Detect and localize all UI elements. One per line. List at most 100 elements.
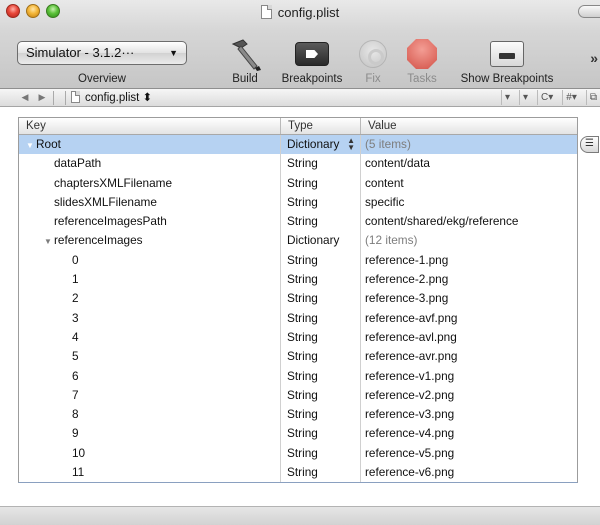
table-row[interactable]: 10 String reference-v5.png xyxy=(19,443,577,464)
document-icon xyxy=(71,91,80,103)
row-type: String xyxy=(281,385,361,406)
table-row[interactable]: 0 String reference-1.png xyxy=(19,250,577,271)
row-type: String xyxy=(281,366,361,386)
row-value[interactable]: reference-avr.png xyxy=(361,347,577,366)
row-value[interactable]: content/data xyxy=(361,154,577,173)
row-type: String xyxy=(281,308,361,328)
row-value[interactable]: content/shared/ekg/reference xyxy=(361,212,577,231)
table-header: Key Type Value xyxy=(19,118,577,135)
row-value[interactable]: specific xyxy=(361,193,577,212)
row-key: referenceImages xyxy=(54,233,143,248)
table-row[interactable]: chaptersXMLFilename String content xyxy=(19,173,577,193)
nav-divider xyxy=(65,91,66,105)
bookmarks-popup-icon[interactable]: ▾ xyxy=(500,90,513,105)
row-value[interactable]: reference-3.png xyxy=(361,289,577,308)
row-value: (5 items) xyxy=(365,137,411,151)
row-key: chaptersXMLFilename xyxy=(19,173,281,193)
row-value[interactable]: reference-v2.png xyxy=(361,386,577,405)
column-header-key[interactable]: Key xyxy=(19,118,281,134)
stop-icon xyxy=(407,39,437,69)
column-header-type[interactable]: Type xyxy=(281,118,361,134)
row-value[interactable]: reference-v1.png xyxy=(361,367,577,386)
row-key: 0 xyxy=(19,250,281,271)
disclosure-triangle-open-icon[interactable]: ▼ xyxy=(26,136,36,154)
toolbar-toggle-button[interactable] xyxy=(578,5,600,18)
row-key: 4 xyxy=(19,327,281,348)
table-row[interactable]: 7 String reference-v2.png xyxy=(19,385,577,406)
column-header-value[interactable]: Value xyxy=(361,118,577,134)
tasks-label: Tasks xyxy=(407,73,437,85)
table-row[interactable]: 1 String reference-2.png xyxy=(19,270,577,290)
row-value[interactable]: reference-v6.png xyxy=(361,463,577,482)
navbar-tools: ▾ ▾ C▾ #▾ ⧉ xyxy=(500,90,600,105)
row-key: 6 xyxy=(19,366,281,386)
table-row[interactable]: 3 String reference-avf.png xyxy=(19,308,577,328)
row-key: 11 xyxy=(19,463,281,483)
row-value[interactable]: content xyxy=(361,174,577,193)
hammer-icon xyxy=(220,36,270,72)
row-key: 8 xyxy=(19,405,281,425)
row-value[interactable]: reference-avf.png xyxy=(361,309,577,328)
fix-icon xyxy=(359,40,387,68)
bottom-bar xyxy=(0,506,600,525)
fix-button[interactable]: Fix xyxy=(355,36,391,85)
row-type: String xyxy=(281,289,361,309)
row-key: 10 xyxy=(19,443,281,464)
row-key: Root xyxy=(36,137,61,151)
row-value[interactable]: reference-1.png xyxy=(361,251,577,270)
table-row[interactable]: 6 String reference-v1.png xyxy=(19,366,577,386)
includes-popup-icon[interactable]: #▾ xyxy=(562,90,580,105)
row-type: String xyxy=(281,347,361,367)
breakpoints-popup-icon[interactable]: ▾ xyxy=(518,90,531,105)
row-type: Dictionary xyxy=(281,231,361,251)
show-breakpoints-label: Show Breakpoints xyxy=(460,73,554,85)
file-breadcrumb-popup[interactable]: config.plist ⬍ xyxy=(71,91,152,106)
document-icon xyxy=(260,5,272,19)
type-stepper-icon[interactable]: ▲ ▼ xyxy=(347,137,355,152)
row-type: String xyxy=(281,173,361,193)
breadcrumb-label: config.plist ⬍ xyxy=(85,92,153,104)
row-action-button[interactable]: ☰ xyxy=(580,136,599,153)
overview-label: Overview xyxy=(78,73,126,85)
table-row[interactable]: 11 String reference-v6.png xyxy=(19,463,577,483)
scheme-popup[interactable]: Simulator - 3.1.2··· ▼ xyxy=(17,41,187,65)
row-key: 5 xyxy=(19,347,281,367)
row-key: 3 xyxy=(19,308,281,328)
counterpart-icon[interactable]: ⧉ xyxy=(585,90,600,105)
row-value[interactable]: reference-v5.png xyxy=(361,444,577,463)
disclosure-triangle-open-icon[interactable]: ▼ xyxy=(44,232,54,250)
nav-divider xyxy=(53,91,54,105)
row-value[interactable]: reference-avl.png xyxy=(361,328,577,347)
table-row[interactable]: dataPath String content/data xyxy=(19,154,577,174)
plist-editor: Key Type Value ▼ Root Dictionary ▲ ▼ (5 ite… xyxy=(0,108,600,525)
forward-arrow-icon[interactable]: ▶ xyxy=(35,90,49,105)
breakpoints-button[interactable]: Breakpoints xyxy=(276,36,348,85)
show-breakpoints-button[interactable]: Show Breakpoints xyxy=(454,36,560,85)
table-row[interactable]: 2 String reference-3.png xyxy=(19,289,577,309)
breakpoint-icon xyxy=(295,42,329,66)
table-row[interactable]: ▼ referenceImages Dictionary (12 items) xyxy=(19,231,577,251)
row-type: String xyxy=(281,192,361,213)
row-type: String xyxy=(281,250,361,271)
row-value[interactable]: reference-2.png xyxy=(361,270,577,289)
table-row[interactable]: 4 String reference-avl.png xyxy=(19,327,577,348)
tasks-button[interactable]: Tasks xyxy=(402,36,442,85)
table-row[interactable]: referenceImagesPath String content/share… xyxy=(19,212,577,232)
row-key: referenceImagesPath xyxy=(19,212,281,232)
class-popup-icon[interactable]: C▾ xyxy=(537,90,556,105)
back-arrow-icon[interactable]: ◀ xyxy=(18,90,32,105)
row-type: String xyxy=(281,463,361,483)
table-row[interactable]: slidesXMLFilename String specific xyxy=(19,192,577,213)
table-row[interactable]: 5 String reference-avr.png xyxy=(19,347,577,367)
row-type: String xyxy=(281,212,361,232)
table-row[interactable]: 9 String reference-v4.png xyxy=(19,424,577,444)
table-row[interactable]: 8 String reference-v3.png xyxy=(19,405,577,425)
row-type: String xyxy=(281,154,361,174)
toolbar-overflow-chevron-icon[interactable]: » xyxy=(590,50,598,66)
build-button[interactable]: Build xyxy=(220,36,270,85)
row-value[interactable]: reference-v4.png xyxy=(361,424,577,443)
row-type: String xyxy=(281,424,361,444)
row-key: 7 xyxy=(19,385,281,406)
row-value[interactable]: reference-v3.png xyxy=(361,405,577,424)
table-row[interactable]: ▼ Root Dictionary ▲ ▼ (5 items) xyxy=(19,135,577,155)
